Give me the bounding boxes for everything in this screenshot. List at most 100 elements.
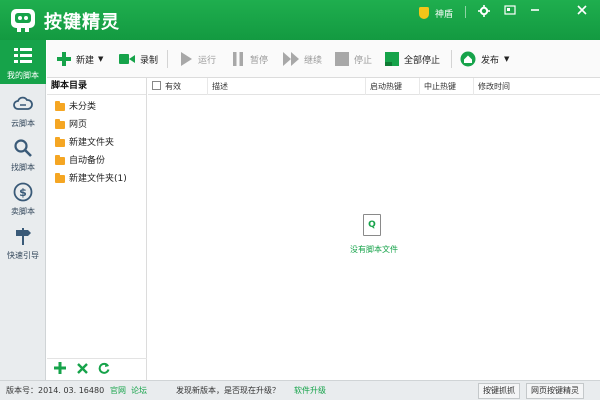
run-button[interactable]: 运行 — [179, 51, 216, 67]
column-label: 描述 — [212, 82, 228, 91]
restore-window-icon[interactable] — [502, 5, 518, 19]
signpost-icon — [16, 228, 31, 245]
close-icon[interactable] — [574, 5, 590, 19]
status-bar: 版本号：2014. 03. 16480 官网 论坛 发现新版本，是否现在升级？ … — [0, 380, 600, 400]
folder-label: 未分类 — [69, 102, 97, 112]
column-description[interactable]: 描述 — [208, 78, 366, 95]
folder-label: 网页 — [69, 120, 88, 130]
stop-icon — [335, 52, 349, 66]
cloud-icon — [13, 96, 33, 110]
folder-item[interactable]: 新建文件夹(1) — [55, 172, 127, 186]
folder-item[interactable]: 新建文件夹 — [55, 136, 114, 150]
svg-text:$: $ — [19, 186, 27, 199]
nav-label: 卖脚本 — [11, 207, 35, 216]
app-title: 按键精灵 — [44, 12, 120, 33]
robot-logo-icon — [11, 9, 35, 32]
nav-label: 找脚本 — [11, 163, 35, 172]
web-macro-button[interactable]: 网页按键精灵 — [526, 383, 584, 399]
toolbar-separator — [451, 50, 452, 68]
shield-icon — [419, 7, 429, 19]
official-site-link[interactable]: 官网 — [110, 385, 126, 397]
plus-icon — [57, 52, 71, 66]
column-stop-hotkey[interactable]: 中止热键 — [420, 78, 474, 95]
nav-label: 云脚本 — [11, 119, 35, 128]
publish-home-icon — [460, 51, 476, 67]
continue-button[interactable]: 继续 — [283, 51, 322, 67]
nav-cloud-scripts[interactable]: 云脚本 — [0, 88, 46, 132]
pause-button[interactable]: 暂停 — [231, 51, 268, 67]
directory-header: 脚本目录 — [47, 78, 146, 95]
folder-item[interactable]: 网页 — [55, 118, 87, 132]
folder-icon — [55, 173, 65, 183]
continue-label: 继续 — [304, 55, 323, 66]
column-label: 修改时间 — [478, 82, 510, 91]
empty-message: 没有脚本文件 — [350, 245, 398, 254]
minimize-icon[interactable] — [527, 5, 543, 19]
new-button[interactable]: 新建 ▼ — [57, 51, 103, 67]
left-navigation: 我的脚本 云脚本 找脚本 $ 卖脚本 快速引导 — [0, 40, 46, 380]
update-prompt: 发现新版本，是否现在升级？ — [176, 386, 280, 395]
folder-item[interactable]: 未分类 — [55, 100, 96, 114]
search-icon — [14, 139, 32, 157]
nav-find-scripts[interactable]: 找脚本 — [0, 132, 46, 176]
script-list-panel: 有效 描述 启动热键 中止热键 修改时间 Q 没有脚本文件 — [148, 78, 600, 380]
folder-item[interactable]: 自动备份 — [55, 154, 105, 168]
nav-my-scripts[interactable]: 我的脚本 — [0, 40, 46, 84]
refresh-icon[interactable] — [96, 362, 112, 378]
column-modified-time[interactable]: 修改时间 — [474, 78, 600, 95]
column-label: 有效 — [165, 82, 181, 91]
nav-quick-guide[interactable]: 快速引导 — [0, 220, 46, 264]
chevron-down-icon: ▼ — [504, 55, 510, 63]
title-separator — [465, 6, 466, 18]
toolbar-separator — [167, 50, 168, 68]
forum-link[interactable]: 论坛 — [131, 385, 147, 397]
empty-file-icon: Q — [363, 214, 381, 236]
run-label: 运行 — [198, 55, 217, 66]
stop-button[interactable]: 停止 — [335, 51, 372, 67]
chevron-down-icon: ▼ — [98, 55, 104, 63]
script-directory-panel: 脚本目录 未分类 网页 新建文件夹 自动备份 新建文件夹(1) — [47, 78, 147, 380]
stop-all-icon — [385, 52, 399, 66]
folder-label: 新建文件夹 — [69, 138, 115, 148]
empty-icon-letter: Q — [368, 220, 376, 230]
nav-label: 我的脚本 — [7, 71, 39, 80]
capture-tool-button[interactable]: 按键抓抓 — [478, 383, 520, 399]
fast-forward-icon — [283, 52, 299, 66]
add-folder-icon[interactable] — [52, 362, 68, 378]
stop-all-button[interactable]: 全部停止 — [385, 51, 440, 67]
dollar-icon: $ — [13, 182, 33, 202]
folder-icon — [55, 137, 65, 147]
pause-icon — [233, 52, 243, 66]
folder-icon — [55, 119, 65, 129]
pause-label: 暂停 — [250, 55, 269, 66]
version-text: 版本号：2014. 03. 16480 — [6, 386, 105, 395]
folder-label: 自动备份 — [69, 156, 106, 166]
publish-label: 发布 — [481, 55, 500, 66]
folder-label: 新建文件夹(1) — [69, 174, 127, 184]
column-enabled[interactable]: 有效 — [148, 78, 208, 95]
record-label: 录制 — [140, 55, 159, 66]
title-bar: 按键精灵 神盾 — [0, 0, 600, 40]
publish-button[interactable]: 发布 ▼ — [460, 51, 509, 67]
record-button[interactable]: 录制 — [119, 51, 158, 67]
column-label: 中止热键 — [424, 82, 456, 91]
upgrade-link[interactable]: 软件升级 — [294, 385, 326, 397]
toolbar: 新建 ▼ 录制 运行 暂停 继续 停止 全部停止 发布 ▼ — [47, 40, 600, 78]
delete-folder-icon[interactable] — [74, 362, 90, 378]
nav-sell-scripts[interactable]: $ 卖脚本 — [0, 176, 46, 220]
new-label: 新建 — [76, 55, 95, 66]
folder-icon — [55, 101, 65, 111]
video-camera-icon — [119, 54, 135, 64]
directory-actions — [47, 358, 147, 380]
gear-icon[interactable] — [476, 5, 492, 19]
list-icon — [14, 48, 32, 63]
select-all-checkbox[interactable] — [152, 81, 161, 90]
column-start-hotkey[interactable]: 启动热键 — [366, 78, 420, 95]
stop-label: 停止 — [354, 55, 373, 66]
play-icon — [181, 52, 192, 66]
list-header: 有效 描述 启动热键 中止热键 修改时间 — [148, 78, 600, 95]
stop-all-label: 全部停止 — [404, 55, 441, 66]
column-label: 启动热键 — [370, 82, 402, 91]
shield-button[interactable]: 神盾 — [419, 6, 453, 20]
nav-label: 快速引导 — [7, 251, 39, 260]
